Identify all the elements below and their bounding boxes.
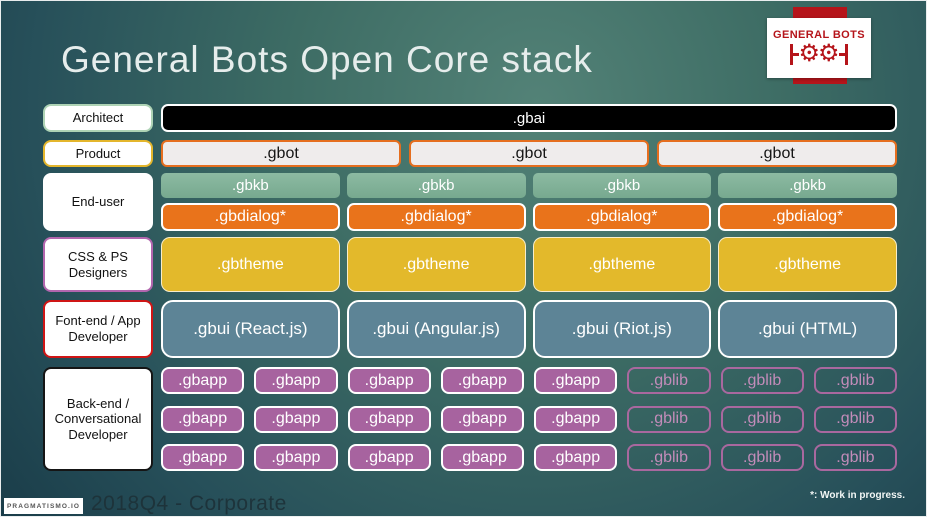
stack-box-gbtheme: .gbtheme: [161, 237, 340, 292]
stack-box-gbapp: .gbapp: [161, 367, 245, 394]
stack-box-gbkb: .gbkb: [346, 173, 526, 198]
stack-box-gbapp: .gbapp: [534, 405, 618, 433]
role-label-backend-conversational-developer: Back-end / Conversational Developer: [43, 367, 153, 471]
footer-version-label: 2018Q4 - Corporate: [91, 492, 287, 515]
stack-box-gbdialog: .gbdialog*: [718, 203, 897, 231]
pragmatismo-wordmark: PRAGMATISMO.IO: [6, 502, 81, 510]
gears-icon: ⚙ ⚙: [790, 40, 848, 67]
stack-box-gbkb: .gbkb: [718, 173, 897, 198]
stack-box-gbtheme: .gbtheme: [532, 237, 712, 292]
stack-diagram: Architect .gbai Product .gbot .gbot .gbo…: [43, 104, 897, 471]
stack-box-gbdialog: .gbdialog*: [532, 203, 712, 231]
role-label-architect: Architect: [43, 104, 153, 132]
gear-axle-right: [844, 43, 848, 65]
slide: General Bots Open Core stack GENERAL BOT…: [0, 0, 927, 517]
stack-box-gblib: .gblib: [813, 444, 897, 471]
page-title: General Bots Open Core stack: [61, 39, 593, 80]
role-label-product: Product: [43, 140, 153, 167]
stack-box-gblib: .gblib: [720, 405, 804, 433]
stack-box-gbui-angular: .gbui (Angular.js): [346, 300, 526, 358]
gear-icon: ⚙: [798, 40, 820, 67]
stack-box-gbtheme: .gbtheme: [346, 237, 526, 292]
stack-box-gbapp: .gbapp: [534, 444, 618, 471]
band-enduser: End-user .gbkb .gbkb .gbkb .gbkb .gbdial…: [43, 173, 897, 231]
stack-box-gbui-react: .gbui (React.js): [161, 300, 340, 358]
general-bots-logo: GENERAL BOTS ⚙ ⚙: [767, 18, 871, 78]
stack-box-gbapp: .gbapp: [254, 367, 338, 394]
work-in-progress-note: *: Work in progress.: [810, 490, 905, 501]
stack-box-gbapp: .gbapp: [161, 444, 245, 471]
stack-box-gbdialog: .gbdialog*: [346, 203, 526, 231]
stack-box-gblib: .gblib: [627, 405, 711, 433]
stack-box-gblib: .gblib: [627, 367, 711, 394]
stack-box-gblib: .gblib: [720, 367, 804, 394]
band-frontend: Font-end / App Developer .gbui (React.js…: [43, 300, 897, 358]
band-designers: CSS & PS Designers .gbtheme .gbtheme .gb…: [43, 237, 897, 292]
stack-box-gbai: .gbai: [161, 104, 897, 132]
stack-box-gblib: .gblib: [627, 444, 711, 471]
stack-box-gbot: .gbot: [657, 140, 897, 167]
stack-box-gbapp: .gbapp: [440, 444, 524, 471]
role-label-css-ps-designers: CSS & PS Designers: [43, 237, 153, 292]
role-label-frontend-app-developer: Font-end / App Developer: [43, 300, 153, 358]
stack-box-gbot: .gbot: [409, 140, 649, 167]
stack-box-gbapp: .gbapp: [254, 444, 338, 471]
stack-box-gbtheme: .gbtheme: [718, 237, 897, 292]
stack-box-gbkb: .gbkb: [532, 173, 712, 198]
stack-box-gbapp: .gbapp: [440, 367, 524, 394]
stack-box-gbapp: .gbapp: [347, 405, 431, 433]
stack-box-gbapp: .gbapp: [161, 405, 245, 433]
stack-box-gbapp: .gbapp: [534, 367, 618, 394]
stack-box-gblib: .gblib: [720, 444, 804, 471]
stack-box-gblib: .gblib: [813, 367, 897, 394]
pragmatismo-logo: PRAGMATISMO.IO: [4, 498, 83, 514]
gear-icon: ⚙: [818, 40, 840, 67]
band-product: Product .gbot .gbot .gbot: [43, 140, 897, 167]
band-backend: Back-end / Conversational Developer .gba…: [43, 367, 897, 471]
stack-box-gbkb: .gbkb: [161, 173, 340, 198]
stack-box-gbapp: .gbapp: [254, 405, 338, 433]
stack-box-gblib: .gblib: [813, 405, 897, 433]
stack-box-gbapp: .gbapp: [440, 405, 524, 433]
stack-box-gbui-riot: .gbui (Riot.js): [532, 300, 712, 358]
stack-box-gbui-html: .gbui (HTML): [718, 300, 897, 358]
stack-box-gbapp: .gbapp: [347, 367, 431, 394]
stack-box-gbot: .gbot: [161, 140, 401, 167]
role-label-end-user: End-user: [43, 173, 153, 231]
band-architect: Architect .gbai: [43, 104, 897, 132]
stack-box-gbapp: .gbapp: [347, 444, 431, 471]
stack-box-gbdialog: .gbdialog*: [161, 203, 340, 231]
